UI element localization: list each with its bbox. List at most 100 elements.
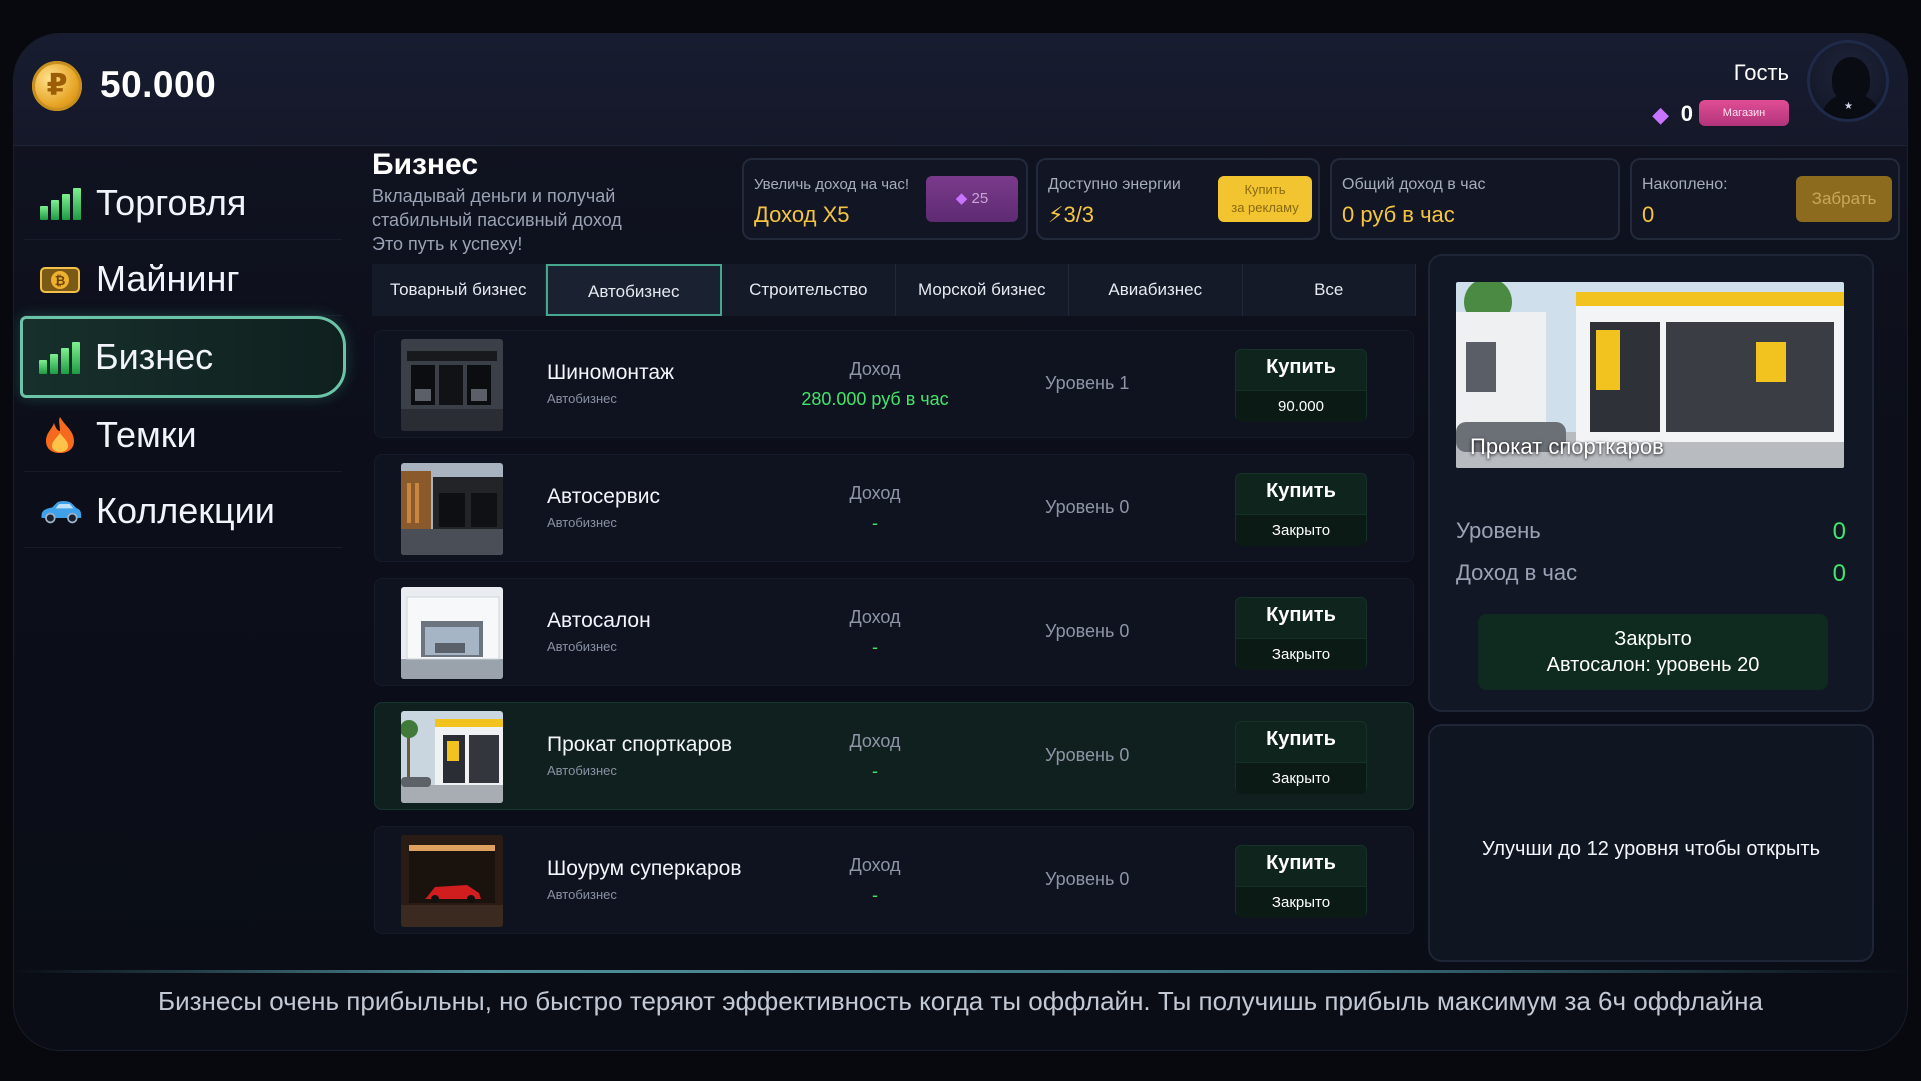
- buy-button[interactable]: Купить Закрыто: [1235, 721, 1367, 794]
- category-tabs: Товарный бизнес Автобизнес Строительство…: [372, 264, 1416, 316]
- app-frame: ₽ 50.000 Гость ◆ 0 Магазин ★ Торговля ₿ …: [14, 34, 1907, 1050]
- business-detail-image: Прокат спорткаров: [1456, 282, 1844, 468]
- coin-icon: ₽: [32, 61, 82, 111]
- balance-amount: 50.000: [100, 64, 217, 105]
- business-thumbnail: [401, 711, 503, 803]
- footer-hint: Бизнесы очень прибыльны, но быстро теряю…: [158, 986, 1763, 1016]
- svg-text:₿: ₿: [55, 273, 66, 288]
- detail-level-label: Уровень: [1456, 518, 1541, 543]
- income-value: 0 руб в час: [1342, 202, 1455, 227]
- detail-level-value: 0: [1832, 518, 1846, 545]
- username: Гость: [1733, 60, 1789, 85]
- sidebar-item-label: Темки: [96, 413, 197, 455]
- energy-value: ⚡3/3: [1048, 202, 1095, 227]
- gem-count: 0: [1680, 101, 1693, 126]
- buy-button[interactable]: Купить Закрыто: [1235, 473, 1367, 546]
- tab-marine[interactable]: Морской бизнес: [896, 264, 1069, 316]
- business-row[interactable]: Автосалон Автобизнес Доход - Уровень 0 К…: [374, 578, 1414, 686]
- income-label: Доход: [849, 607, 901, 627]
- business-name: Автосалон: [547, 609, 651, 632]
- business-row[interactable]: Автосервис Автобизнес Доход - Уровень 0 …: [374, 454, 1414, 562]
- boost-card: Увеличь доход на час! Доход X5 ◆ 25: [742, 158, 1028, 240]
- page-description: Вкладывай деньги и получай стабильный па…: [372, 186, 622, 254]
- sidebar-item-trading[interactable]: Торговля: [24, 166, 342, 240]
- buy-label: Купить: [1266, 480, 1336, 502]
- boost-price: 25: [971, 190, 989, 207]
- tab-aviation[interactable]: Авиабизнес: [1069, 264, 1243, 316]
- energy-caption: Доступно энергии: [1048, 176, 1181, 193]
- business-thumbnail: [401, 587, 503, 679]
- income-label: Доход: [849, 483, 901, 503]
- business-category: Автобизнес: [547, 887, 617, 902]
- sidebar-item-label: Торговля: [96, 181, 247, 223]
- income-label: Доход: [849, 731, 901, 751]
- buy-price: 90.000: [1236, 390, 1366, 422]
- income-value: -: [872, 761, 878, 781]
- business-row[interactable]: Шиномонтаж Автобизнес Доход 280.000 руб …: [374, 330, 1414, 438]
- buy-button[interactable]: Купить 90.000: [1235, 349, 1367, 422]
- sidebar-item-business[interactable]: Бизнес: [20, 316, 346, 398]
- detail-locked-button[interactable]: Закрыто Автосалон: уровень 20: [1478, 614, 1828, 690]
- buy-price: Закрыто: [1236, 886, 1366, 918]
- business-category: Автобизнес: [547, 391, 617, 406]
- shop-button[interactable]: Магазин: [1699, 100, 1789, 126]
- fire-icon: [38, 415, 82, 455]
- buy-price: Закрыто: [1236, 762, 1366, 794]
- business-level: Уровень 0: [1045, 745, 1130, 765]
- business-category: Автобизнес: [547, 515, 617, 530]
- gem-icon: ◆: [955, 190, 968, 207]
- star-icon: ★: [1844, 101, 1853, 112]
- avatar[interactable]: ★: [1807, 40, 1889, 122]
- business-thumbnail: [401, 463, 503, 555]
- sidebar-item-topics[interactable]: Темки: [24, 398, 342, 472]
- divider: [14, 970, 1907, 973]
- lightning-icon: ⚡: [1048, 202, 1064, 227]
- business-level: Уровень 1: [1045, 373, 1130, 393]
- income-label: Доход: [849, 855, 901, 875]
- accumulated-card: Накоплено: 0 Забрать: [1630, 158, 1900, 240]
- business-level: Уровень 0: [1045, 869, 1130, 889]
- business-row[interactable]: Шоурум суперкаров Автобизнес Доход - Уро…: [374, 826, 1414, 934]
- page-title: Бизнес: [372, 148, 479, 181]
- sidebar-item-label: Бизнес: [95, 336, 214, 377]
- income-value: -: [872, 513, 878, 533]
- buy-button[interactable]: Купить Закрыто: [1235, 845, 1367, 918]
- car-icon: [38, 491, 82, 531]
- buy-price: Закрыто: [1236, 638, 1366, 670]
- buy-price: Закрыто: [1236, 514, 1366, 546]
- tab-goods[interactable]: Товарный бизнес: [372, 264, 546, 316]
- business-level: Уровень 0: [1045, 497, 1130, 517]
- sidebar-item-mining[interactable]: ₿ Майнинг: [24, 242, 342, 316]
- tab-auto[interactable]: Автобизнес: [545, 264, 722, 316]
- detail-income-row: Доход в час 0: [1456, 560, 1846, 587]
- gem-icon: ◆: [1652, 102, 1669, 127]
- income-value: 280.000 руб в час: [801, 389, 949, 409]
- business-category: Автобизнес: [547, 763, 617, 778]
- boost-button[interactable]: ◆ 25: [926, 176, 1018, 222]
- detail-level-row: Уровень 0: [1456, 518, 1846, 545]
- top-bar: ₽ 50.000 Гость ◆ 0 Магазин ★: [14, 34, 1907, 146]
- buy-label: Купить: [1266, 356, 1336, 378]
- tab-construction[interactable]: Строительство: [722, 264, 896, 316]
- business-row[interactable]: Прокат спорткаров Автобизнес Доход - Уро…: [374, 702, 1414, 810]
- income-caption: Общий доход в час: [1342, 176, 1486, 193]
- watch-ad-button[interactable]: Купить за рекламу: [1218, 176, 1312, 222]
- chart-bars-icon: [38, 183, 82, 223]
- business-name: Шиномонтаж: [547, 361, 675, 384]
- collect-button[interactable]: Забрать: [1796, 176, 1892, 222]
- business-detail-title: Прокат спорткаров: [1470, 434, 1664, 459]
- boost-value: Доход X5: [754, 202, 850, 227]
- business-category: Автобизнес: [547, 639, 617, 654]
- tab-all[interactable]: Все: [1243, 264, 1416, 316]
- business-detail-panel: Прокат спорткаров Уровень 0 Доход в час …: [1428, 254, 1874, 712]
- business-name: Прокат спорткаров: [547, 733, 733, 756]
- sidebar-item-collections[interactable]: Коллекции: [24, 474, 342, 548]
- business-thumbnail: [401, 339, 503, 431]
- business-name: Автосервис: [547, 485, 661, 508]
- detail-income-value: 0: [1832, 560, 1846, 587]
- boost-caption: Увеличь доход на час!: [754, 176, 910, 193]
- accumulated-caption: Накоплено:: [1642, 176, 1728, 193]
- buy-button[interactable]: Купить Закрыто: [1235, 597, 1367, 670]
- buy-label: Купить: [1266, 852, 1336, 874]
- income-value: -: [872, 885, 878, 905]
